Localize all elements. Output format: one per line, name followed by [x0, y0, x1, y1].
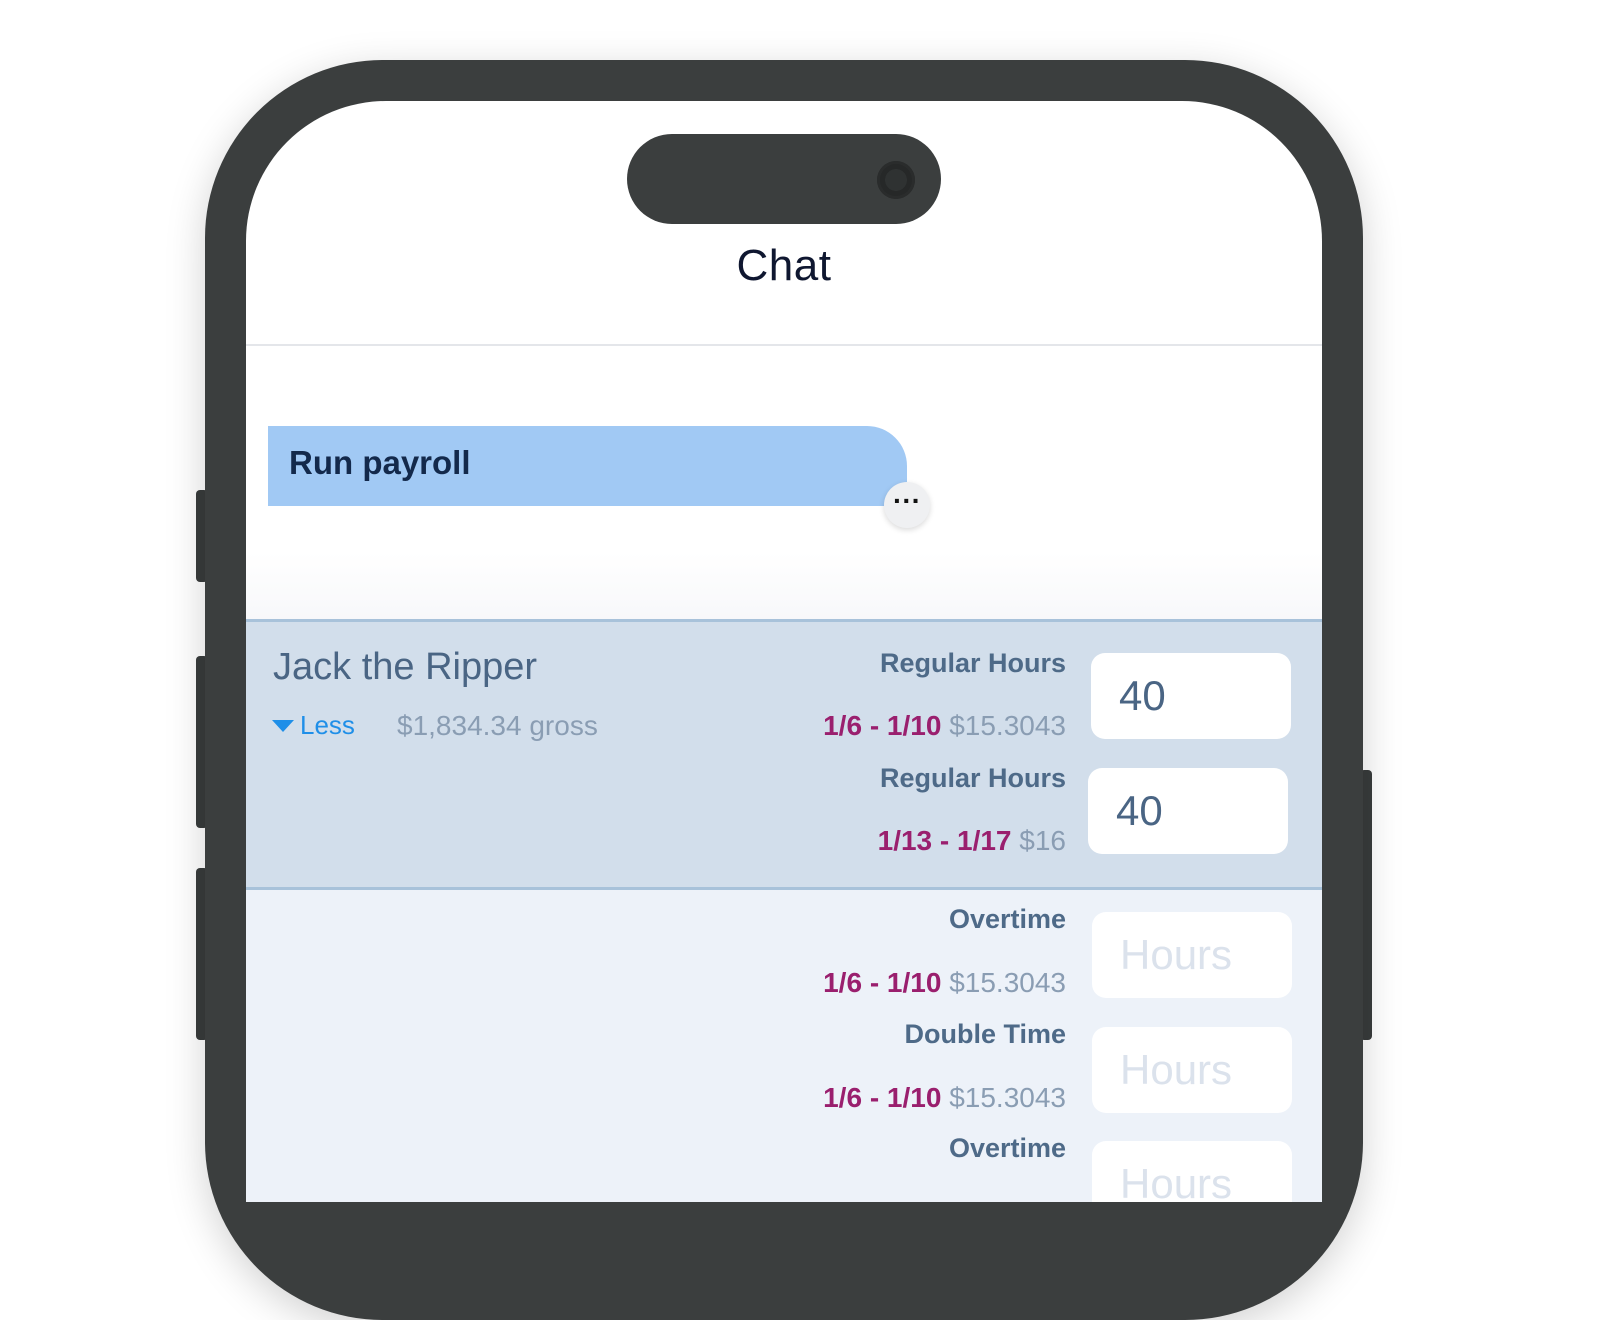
pay-rate: $15.3043: [949, 710, 1066, 741]
pay-period-dates: 1/6 - 1/10: [823, 967, 942, 998]
pay-period-dates: 1/6 - 1/10: [823, 710, 942, 741]
chat-bubble[interactable]: Run payroll: [268, 426, 907, 506]
phone-screen: Chat Run payroll ··· Overtime 1/6 - 1/10…: [246, 101, 1322, 1202]
pay-item-period: 1/13 - 1/17 $16: [878, 825, 1066, 857]
pay-item-label: Overtime: [948, 904, 1066, 934]
chat-message-text: Run payroll: [289, 444, 471, 481]
more-options-button[interactable]: ···: [884, 482, 930, 528]
pay-item-label: Overtime: [948, 1133, 1066, 1163]
pay-item-label: Regular Hours: [879, 763, 1066, 793]
pay-item-period: 1/6 - 1/10 $15.3043: [823, 710, 1066, 742]
overtime-hours-input[interactable]: [1092, 912, 1292, 998]
double-time-hours-input[interactable]: [1092, 1027, 1292, 1113]
pay-period-dates: 1/6 - 1/10: [823, 1082, 942, 1113]
pay-item-period: 1/6 - 1/10 $15.3043: [823, 967, 1066, 999]
pay-period-dates: 1/13 - 1/17: [877, 825, 1012, 856]
less-toggle-label: Less: [300, 710, 355, 740]
overtime-hours-input[interactable]: [1092, 1141, 1292, 1202]
regular-hours-input[interactable]: [1088, 768, 1288, 854]
caret-down-icon: [272, 719, 294, 732]
camera-icon: [877, 161, 915, 199]
employee-name: Jack the Ripper: [273, 646, 538, 688]
pay-items-list: Overtime 1/6 - 1/10 $15.3043 Double Time…: [246, 887, 1322, 1202]
pay-rate: $15.3043: [949, 967, 1066, 998]
pay-item-label: Regular Hours: [879, 648, 1066, 678]
less-toggle[interactable]: Less: [272, 710, 355, 741]
page-title: Chat: [736, 241, 832, 290]
pay-item-label: Double Time: [904, 1019, 1066, 1049]
employee-card: Jack the Ripper Less $1,834.34 gross Reg…: [246, 619, 1322, 890]
pay-rate: $15.3043: [949, 1082, 1066, 1113]
gross-pay: $1,834.34 gross: [397, 710, 598, 741]
dynamic-island: [627, 134, 941, 224]
pay-rate: $16: [1019, 825, 1066, 856]
pay-item-period: 1/6 - 1/10 $15.3043: [823, 1082, 1066, 1114]
regular-hours-input[interactable]: [1091, 653, 1291, 739]
